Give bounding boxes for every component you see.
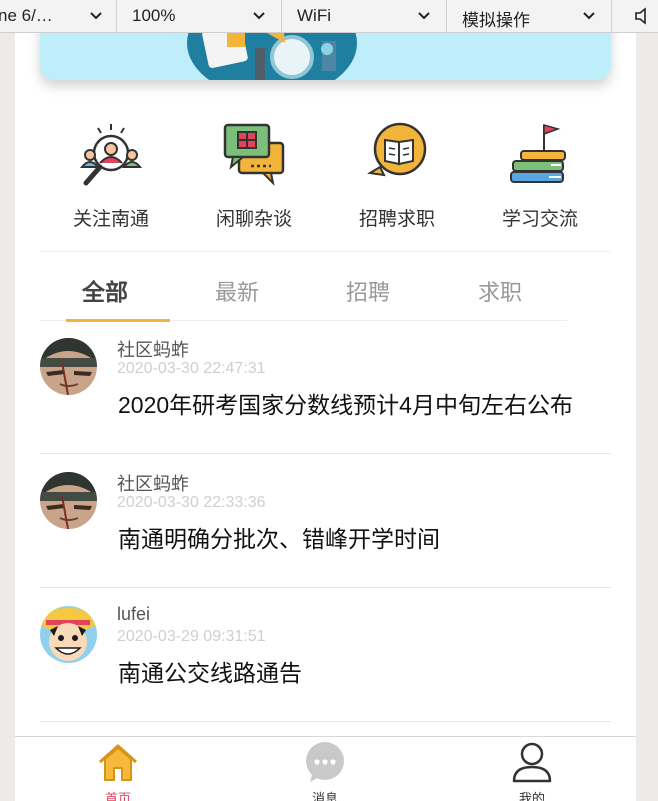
post-time: 2020-03-29 09:31:51 [117,628,266,645]
user-icon [512,742,552,783]
post-title[interactable]: 2020年研考国家分数线预计4月中旬左右公布 [118,386,573,420]
chevron-down-icon [90,12,102,20]
straw-hat-avatar [40,606,97,663]
tabbar-item-profile[interactable]: 我的 [471,737,591,801]
speaker-icon[interactable] [634,6,654,26]
mode-select[interactable]: 模拟操作 [447,0,612,33]
tabbar-label: 首页 [104,791,131,801]
tab-all[interactable]: 全部 [53,253,170,322]
tab-job-seek[interactable]: 求职 [448,253,552,321]
post-title[interactable]: 南通公交线路通告 [118,654,302,688]
chat-bubbles-icon [223,123,285,187]
avatar [40,472,97,529]
tabbar-label: 我的 [518,791,545,801]
devtools-toolbar: ne 6/… 100% WiFi 模拟操作 [0,0,658,33]
tab-recruit[interactable]: 招聘 [316,253,420,321]
tabbar-item-messages[interactable]: 消息 [264,737,384,801]
post-time: 2020-03-30 22:47:31 [117,360,266,377]
category-label: 关注南通 [72,209,149,230]
chevron-down-icon [418,12,430,20]
message-icon [306,742,344,782]
post-author: 社区蚂蚱 [117,474,189,494]
list-item[interactable]: 社区蚂蚱 2020-03-30 22:33:36 南通明确分批次、错峰开学时间 [40,454,611,588]
chevron-down-icon [583,12,595,20]
category-follow-nantong[interactable]: 关注南通 [40,121,182,251]
category-jobs[interactable]: 招聘求职 [326,121,468,251]
people-search-icon [79,124,143,186]
network-select[interactable]: WiFi [282,0,447,33]
zoom-select[interactable]: 100% [117,0,282,33]
category-grid: 关注南通 闲聊杂谈 招聘求职 学习交流 [40,121,611,251]
post-tabs: 全部 最新 招聘 求职 [40,253,567,322]
network-select-value: WiFi [297,6,331,25]
post-title[interactable]: 南通明确分批次、错峰开学时间 [118,520,440,554]
category-study[interactable]: 学习交流 [469,121,611,251]
tab-latest[interactable]: 最新 [185,253,289,321]
mode-select-value: 模拟操作 [462,11,530,30]
hat-man-avatar [40,472,97,529]
chevron-down-icon [253,12,265,20]
tabbar-item-home[interactable]: 首页 [57,737,177,801]
tabbar-label: 消息 [311,791,338,801]
device-select-value: ne 6/… [0,6,53,25]
post-author: 社区蚂蚱 [117,340,189,360]
category-label: 招聘求职 [358,209,435,230]
hat-man-avatar [40,338,97,395]
top-banner[interactable] [40,33,611,80]
list-item[interactable]: 社区蚂蚱 2020-03-30 22:47:31 2020年研考国家分数线预计4… [40,320,611,454]
category-label: 学习交流 [501,209,578,230]
home-icon [99,744,137,781]
device-select[interactable]: ne 6/… [0,0,117,33]
post-time: 2020-03-30 22:33:36 [117,494,266,511]
divider [40,251,611,252]
book-bubble-icon [367,122,427,177]
list-item[interactable]: lufei 2020-03-29 09:31:51 南通公交线路通告 [40,588,611,722]
banner-illustration [187,33,357,80]
books-flag-icon [510,124,566,183]
category-chat[interactable]: 闲聊杂谈 [183,121,325,251]
avatar [40,338,97,395]
zoom-select-value: 100% [132,6,176,25]
post-author: lufei [117,604,151,624]
category-label: 闲聊杂谈 [215,209,292,230]
phone-viewport: 关注南通 闲聊杂谈 招聘求职 学习交流 全部 最新 招聘 求职 社区蚂蚱 202… [15,33,636,801]
avatar [40,606,97,663]
bottom-tab-bar: 首页 消息 我的 [15,736,636,801]
